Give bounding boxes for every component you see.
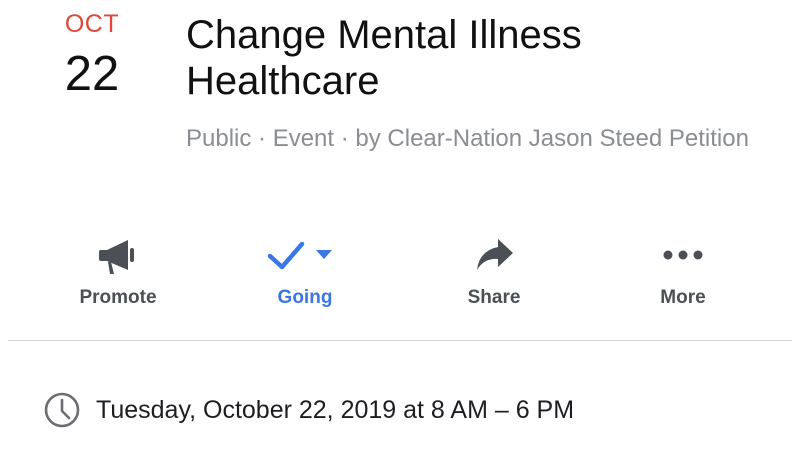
going-button[interactable]: Going bbox=[225, 226, 385, 322]
event-page: OCT 22 Change Mental Illness Healthcare … bbox=[0, 0, 800, 450]
clock-icon bbox=[42, 390, 82, 430]
going-label: Going bbox=[277, 287, 333, 308]
divider bbox=[8, 340, 792, 341]
event-action-bar: Promote Going Share More bbox=[0, 226, 800, 322]
event-title: Change Mental Illness Healthcare bbox=[186, 13, 582, 103]
promote-button[interactable]: Promote bbox=[38, 226, 198, 322]
event-date: OCT 22 bbox=[40, 8, 144, 102]
event-meta: Public · Event · by Clear-Nation Jason S… bbox=[186, 125, 749, 152]
event-time-text: Tuesday, October 22, 2019 at 8 AM – 6 PM bbox=[96, 396, 575, 424]
megaphone-icon bbox=[38, 226, 198, 284]
chevron-down-icon bbox=[316, 250, 332, 259]
more-button[interactable]: More bbox=[603, 226, 763, 322]
more-label: More bbox=[660, 287, 706, 308]
share-button[interactable]: Share bbox=[414, 226, 574, 322]
share-arrow-icon bbox=[414, 226, 574, 284]
event-day: 22 bbox=[64, 47, 120, 101]
event-month: OCT bbox=[64, 10, 120, 38]
promote-label: Promote bbox=[79, 287, 157, 308]
checkmark-icon bbox=[225, 226, 385, 284]
more-dots-icon bbox=[603, 226, 763, 284]
share-label: Share bbox=[467, 287, 521, 308]
